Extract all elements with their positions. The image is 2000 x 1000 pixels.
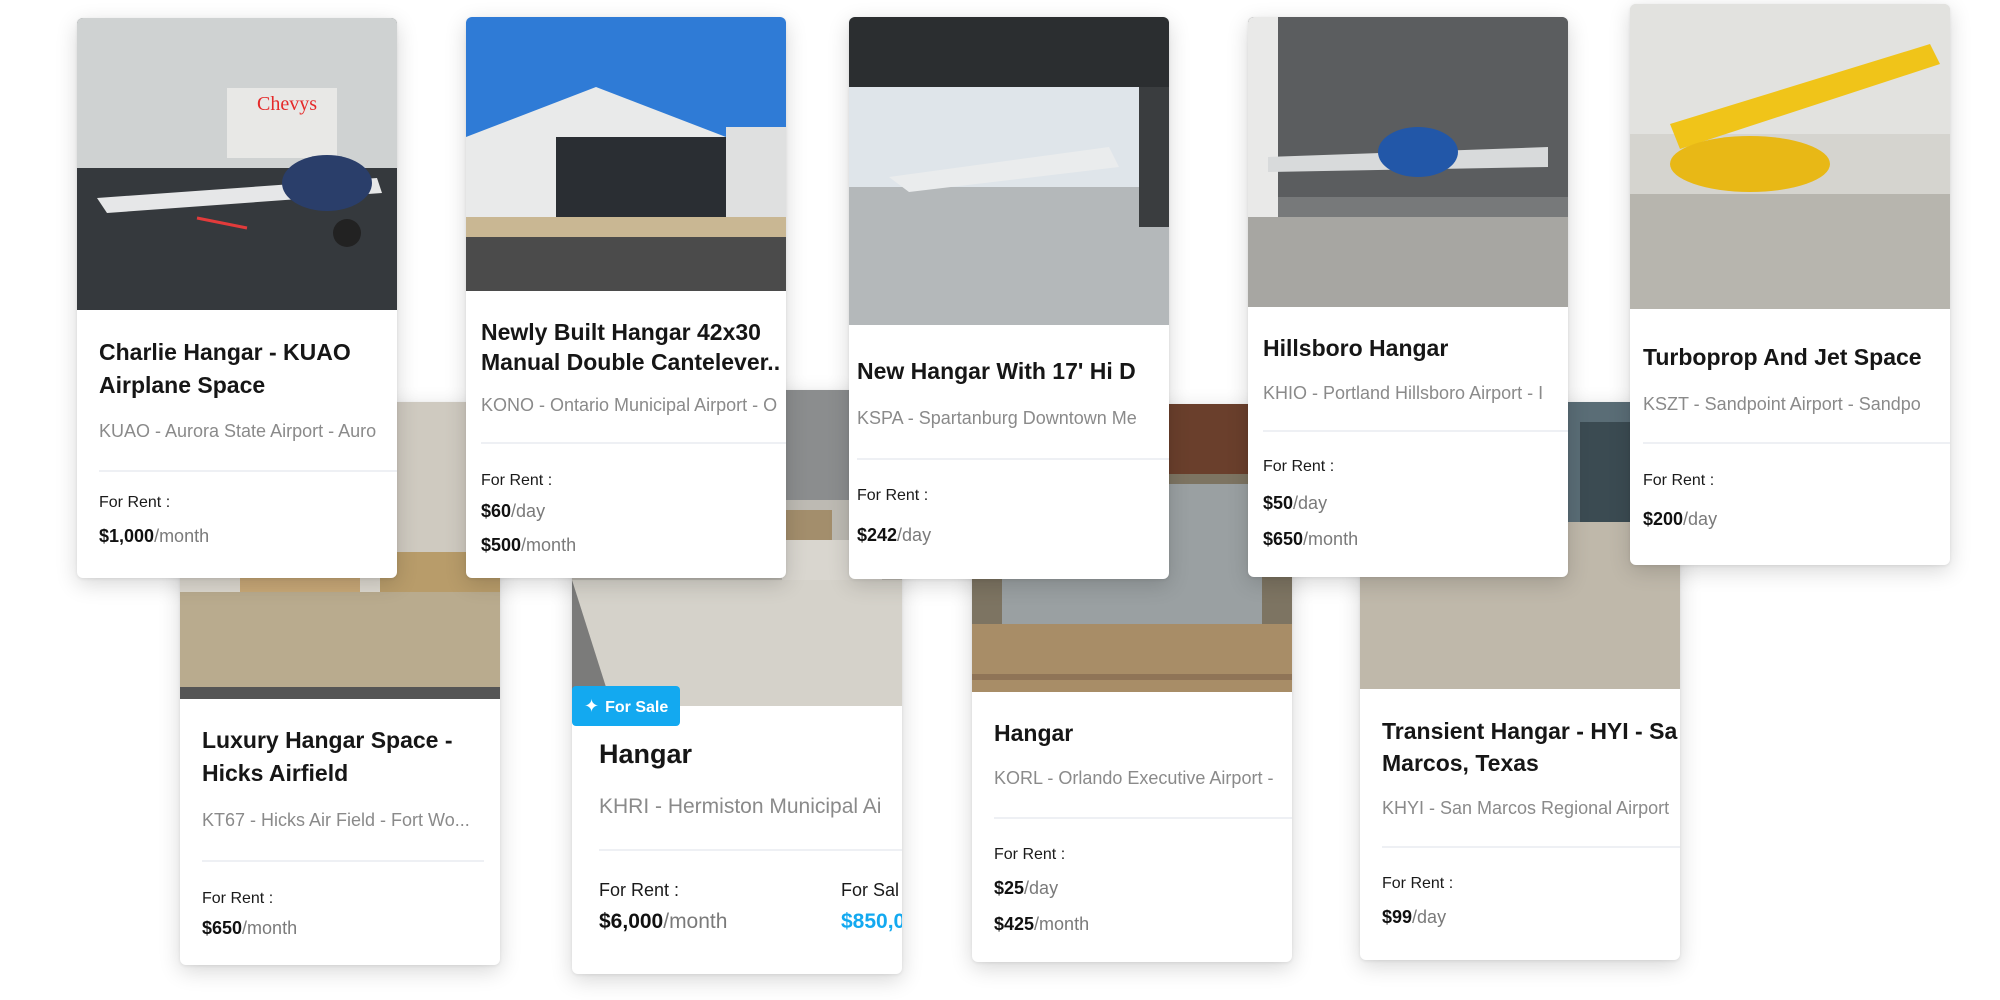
sparkle-icon: ✦ <box>584 696 600 716</box>
price-day: $242/day <box>857 525 931 546</box>
divider <box>481 442 786 444</box>
sale-label: For Sal <box>841 880 900 900</box>
price-amount: $50 <box>1263 493 1294 513</box>
listing-title[interactable]: Hillsboro Hangar <box>1263 332 1568 365</box>
price-amount: $242 <box>857 525 898 545</box>
listing-title[interactable]: Newly Built Hangar 42x30 <box>481 316 786 349</box>
price-unit: /day <box>1293 493 1328 513</box>
price-unit: /day <box>1412 907 1447 927</box>
price-day: $60/day <box>481 501 545 522</box>
price-amount: $99 <box>1382 907 1413 927</box>
listing-location: KT67 - Hicks Air Field - Fort Wo... <box>202 810 470 830</box>
price-amount: $425 <box>994 914 1035 934</box>
listing-title[interactable]: Turboprop And Jet Space <box>1643 341 1950 374</box>
rent-label: For Rent : <box>99 494 171 511</box>
price-month: $650/month <box>202 918 297 939</box>
price-unit: /month <box>242 918 298 938</box>
price-unit: /month <box>521 535 577 555</box>
price-unit: /month <box>1034 914 1090 934</box>
listing-title[interactable]: New Hangar With 17' Hi D <box>857 355 1169 388</box>
sale-price: $850,00 <box>841 910 902 933</box>
divider <box>99 470 397 472</box>
price-month: $650/month <box>1263 529 1358 550</box>
divider <box>857 458 1169 460</box>
price-amount: $650 <box>202 918 243 938</box>
rent-label: For Rent : <box>481 472 553 489</box>
listing-title[interactable]: Transient Hangar - HYI - Sa <box>1382 715 1680 748</box>
listing-photo[interactable]: Chevys <box>77 18 397 310</box>
price-amount: $6,000 <box>599 910 664 933</box>
listing-location: KUAO - Aurora State Airport - Auro <box>99 421 377 441</box>
listing-card[interactable]: New Hangar With 17' Hi D KSPA - Spartanb… <box>849 17 1169 579</box>
price-unit: /month <box>154 526 210 546</box>
price-amount: $25 <box>994 878 1025 898</box>
divider <box>994 817 1292 819</box>
rent-label: For Rent : <box>1382 875 1454 892</box>
rent-label: For Rent : <box>202 890 274 907</box>
price-day: $99/day <box>1382 907 1446 928</box>
price-amount: $200 <box>1643 509 1684 529</box>
rent-label: For Rent : <box>994 846 1066 863</box>
listing-location: KSPA - Spartanburg Downtown Me <box>857 408 1137 428</box>
price-unit: /day <box>897 525 932 545</box>
divider <box>1382 846 1680 848</box>
price-amount: $1,000 <box>99 526 155 546</box>
listing-location: KHYI - San Marcos Regional Airport <box>1382 798 1670 818</box>
price-amount: $500 <box>481 535 522 555</box>
rent-label: For Rent : <box>857 487 929 504</box>
listing-title-line2[interactable]: Airplane Space <box>99 369 397 402</box>
listing-location: KHIO - Portland Hillsboro Airport - I <box>1263 383 1544 403</box>
price-unit: /day <box>1024 878 1059 898</box>
listing-card[interactable]: Newly Built Hangar 42x30 Manual Double C… <box>466 17 786 578</box>
rent-label: For Rent : <box>1643 472 1715 489</box>
listing-location: KONO - Ontario Municipal Airport - O <box>481 395 778 415</box>
listing-title[interactable]: Hangar <box>994 717 1292 750</box>
price-amount: $60 <box>481 501 512 521</box>
badge-label: For Sale <box>605 699 669 716</box>
listing-title-line2[interactable]: Manual Double Cantelever.. <box>481 346 786 379</box>
listing-title[interactable]: Hangar <box>599 738 902 771</box>
listing-location: KORL - Orlando Executive Airport - <box>994 768 1274 788</box>
listing-card[interactable]: Chevys Charlie Hangar - KUAO Airplane Sp… <box>77 18 397 578</box>
price-month: $1,000/month <box>99 526 209 547</box>
price-day: $50/day <box>1263 493 1327 514</box>
rent-label: For Rent : <box>1263 458 1335 475</box>
price-unit: /month <box>1303 529 1359 549</box>
listing-photo[interactable] <box>849 17 1169 325</box>
divider <box>202 860 484 862</box>
price-month: $425/month <box>994 914 1089 935</box>
price-unit: /day <box>511 501 546 521</box>
listing-photo[interactable] <box>1630 4 1950 309</box>
listing-card[interactable]: Hillsboro Hangar KHIO - Portland Hillsbo… <box>1248 17 1568 577</box>
listing-photo[interactable] <box>1248 17 1568 307</box>
price-unit: /day <box>1683 509 1718 529</box>
price-month: $6,000/month <box>599 910 727 934</box>
listing-photo[interactable] <box>466 17 786 291</box>
divider <box>599 849 902 851</box>
listing-title[interactable]: Luxury Hangar Space - <box>202 724 500 757</box>
divider <box>1643 442 1950 444</box>
listing-card[interactable]: Turboprop And Jet Space KSZT - Sandpoint… <box>1630 4 1950 565</box>
rent-label: For Rent : <box>599 880 680 900</box>
divider <box>1263 430 1568 432</box>
price-day: $25/day <box>994 878 1058 899</box>
listing-location: KSZT - Sandpoint Airport - Sandpo <box>1643 394 1921 414</box>
price-day: $200/day <box>1643 509 1717 530</box>
price-unit: /month <box>663 910 728 933</box>
listing-location: KHRI - Hermiston Municipal Ai <box>599 795 882 818</box>
listing-title[interactable]: Charlie Hangar - KUAO <box>99 336 397 369</box>
listing-title-line2[interactable]: Hicks Airfield <box>202 757 500 790</box>
sign-text: Chevys <box>257 93 317 115</box>
for-sale-badge: ✦ For Sale <box>572 686 681 726</box>
listing-title-line2[interactable]: Marcos, Texas <box>1382 747 1680 780</box>
price-amount: $650 <box>1263 529 1304 549</box>
price-month: $500/month <box>481 535 576 556</box>
